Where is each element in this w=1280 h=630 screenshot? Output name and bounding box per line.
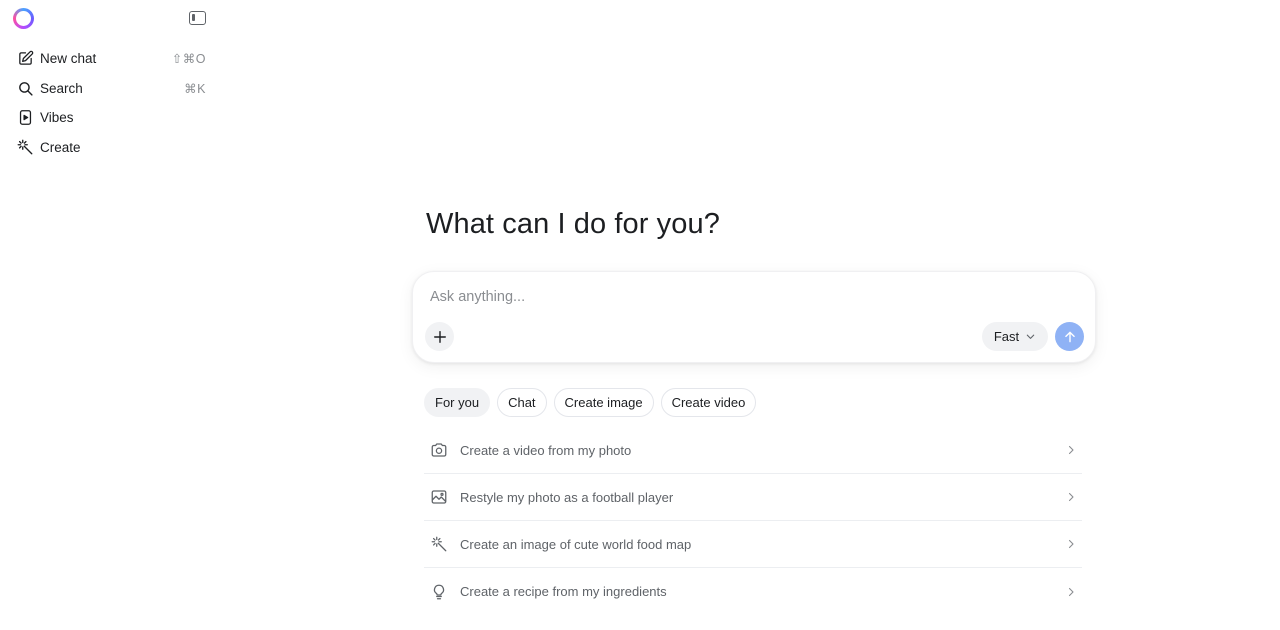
- model-mode-dropdown[interactable]: Fast: [982, 322, 1048, 351]
- sidebar-item-label: Search: [40, 80, 83, 96]
- page-title: What can I do for you?: [426, 208, 720, 240]
- sidebar: New chat ⇧⌘O Search ⌘K Vibes Create: [0, 0, 222, 630]
- add-attachment-button[interactable]: [425, 322, 454, 351]
- tab-for-you[interactable]: For you: [424, 388, 491, 417]
- lightbulb-icon: [429, 582, 449, 602]
- suggestion-text: Create a recipe from my ingredients: [460, 584, 667, 599]
- sidebar-item-label: Vibes: [40, 110, 74, 126]
- edit-icon: [16, 50, 34, 68]
- image-icon: [429, 487, 449, 507]
- send-button[interactable]: [1055, 322, 1084, 351]
- suggestion-text: Create a video from my photo: [460, 442, 632, 458]
- sidebar-nav: New chat ⇧⌘O Search ⌘K Vibes Create: [10, 44, 212, 162]
- suggestion-text: Create an image of cute world food map: [460, 536, 692, 552]
- chevron-down-icon: [1025, 331, 1036, 342]
- arrow-up-icon: [1063, 330, 1077, 344]
- suggestion-item[interactable]: Create a video from my photo: [424, 427, 1082, 474]
- chevron-right-icon: [1064, 443, 1078, 457]
- magic-wand-icon: [16, 138, 34, 156]
- mode-label: Fast: [993, 329, 1020, 344]
- chevron-right-icon: [1064, 585, 1078, 599]
- sidebar-item-label: Create: [40, 139, 81, 155]
- play-square-icon: [16, 109, 34, 127]
- tab-chat[interactable]: Chat: [497, 388, 547, 417]
- search-icon: [16, 79, 34, 97]
- magic-wand-icon: [429, 534, 449, 554]
- sidebar-item-create[interactable]: Create: [10, 133, 212, 163]
- prompt-input[interactable]: [430, 286, 1030, 308]
- suggestion-item[interactable]: Restyle my photo as a football player: [424, 474, 1082, 521]
- shortcut-hint: ⌘K: [184, 81, 206, 96]
- meta-ai-logo[interactable]: [13, 8, 34, 29]
- suggestion-list: Create a video from my photo Restyle my …: [424, 427, 1082, 615]
- suggestion-item[interactable]: Create a recipe from my ingredients: [424, 568, 1082, 615]
- tab-create-image[interactable]: Create image: [553, 388, 654, 417]
- chevron-right-icon: [1064, 490, 1078, 504]
- sidebar-item-label: New chat: [40, 51, 97, 67]
- sidebar-toggle-icon[interactable]: [189, 11, 206, 25]
- composer: Fast: [412, 271, 1096, 363]
- chevron-right-icon: [1064, 537, 1078, 551]
- plus-icon: [433, 330, 447, 344]
- suggestion-text: Restyle my photo as a football player: [460, 489, 674, 505]
- sidebar-item-search[interactable]: Search ⌘K: [10, 74, 212, 104]
- category-tabs: For you Chat Create image Create video: [424, 388, 757, 417]
- suggestion-item[interactable]: Create an image of cute world food map: [424, 521, 1082, 568]
- camera-icon: [429, 440, 449, 460]
- tab-create-video[interactable]: Create video: [660, 388, 757, 417]
- sidebar-item-vibes[interactable]: Vibes: [10, 103, 212, 133]
- sidebar-item-new-chat[interactable]: New chat ⇧⌘O: [10, 44, 212, 74]
- shortcut-hint: ⇧⌘O: [171, 52, 206, 67]
